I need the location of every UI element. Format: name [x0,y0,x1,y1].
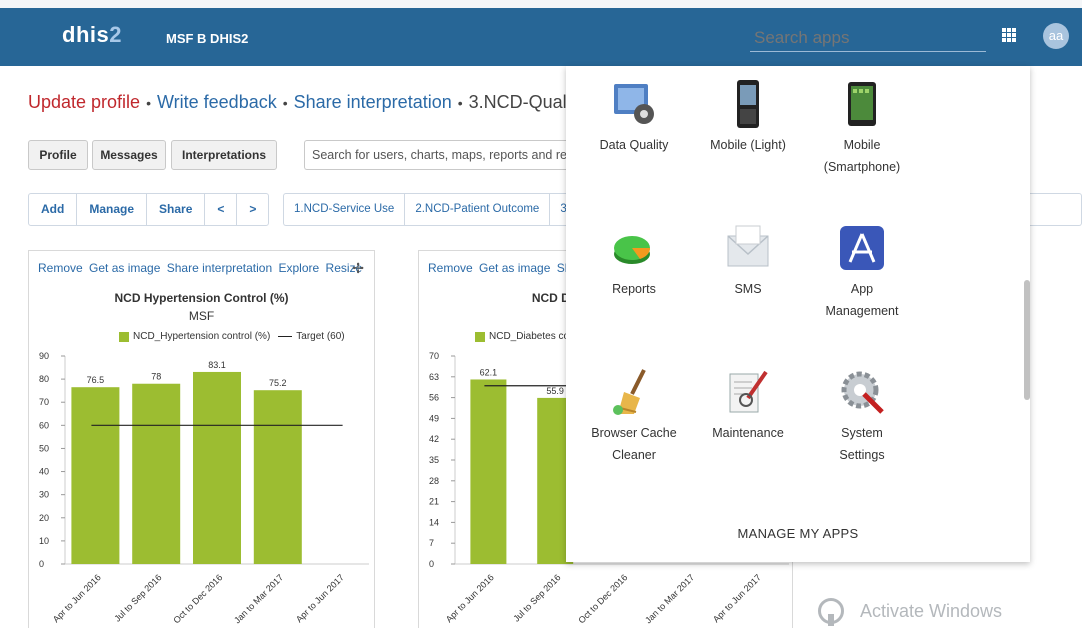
y-tick-label: 21 [429,497,439,507]
app-system-settings[interactable]: System Settings [802,368,922,466]
apps-menu: Data Quality Mobile (Light) Mobile (Smart… [566,66,1030,562]
y-tick-label: 0 [429,559,434,569]
y-tick-label: 60 [39,420,49,430]
chart-panel-hypertension: Remove Get as image Share interpretation… [28,250,375,628]
app-maintenance[interactable]: Maintenance [688,368,808,444]
y-tick-label: 50 [39,443,49,453]
data-label: 78 [151,372,161,382]
dashboard-tabs: 1.NCD-Service Use 2.NCD-Patient Outcome … [283,193,566,226]
link-separator: • [282,95,288,111]
app-mobile-light[interactable]: Mobile (Light) [688,80,808,156]
y-tick-label: 63 [429,372,439,382]
link-separator: • [457,95,463,111]
add-button[interactable]: Add [29,194,78,225]
manage-button[interactable]: Manage [77,194,148,225]
app-reports[interactable]: Reports [574,224,694,300]
next-button[interactable]: > [237,194,268,225]
tab-ncd-patient-outcome[interactable]: 2.NCD-Patient Outcome [405,194,551,225]
instance-name: MSF B DHIS2 [166,31,249,46]
y-tick-label: 49 [429,413,439,423]
x-tick-label: Apr to Jun 2017 [294,572,346,624]
y-tick-label: 56 [429,393,439,403]
bar [132,383,181,564]
dashboard-tabs-end [1030,193,1082,226]
x-tick-label: Jan to Mar 2017 [643,572,696,625]
bar [253,390,302,564]
data-label: 76.5 [87,375,105,385]
y-tick-label: 70 [39,397,49,407]
manage-my-apps-link[interactable]: MANAGE MY APPS [566,526,1030,541]
app-mobile-smartphone[interactable]: Mobile (Smartphone) [802,80,922,178]
top-strip [0,0,1082,8]
y-tick-label: 0 [39,559,44,569]
dashboard-controls: Add Manage Share < > [28,193,270,226]
data-label: 83.1 [208,360,226,370]
reports-icon [610,224,658,272]
hypertension-chart: 0 10 20 30 40 50 60 70 80 90 76.5 Apr to Jun 2016 78… [39,351,369,625]
y-tick-label: 40 [39,467,49,477]
y-tick-label: 7 [429,538,434,548]
y-tick-label: 80 [39,374,49,384]
key-icon [818,598,844,626]
activate-windows-watermark: Activate Windows [818,598,1002,626]
profile-links: Update profile • Write feedback • Share inte… [28,92,585,113]
apps-menu-scrollbar[interactable] [1024,280,1030,400]
search-users-input[interactable]: Search for users, charts, maps, reports … [304,140,566,170]
x-tick-label: Jul to Sep 2016 [511,572,562,623]
y-tick-label: 14 [429,517,439,527]
share-button[interactable]: Share [147,194,206,225]
maintenance-icon [724,368,772,416]
data-label: 62.1 [480,367,498,377]
interpretations-button[interactable]: Interpretations [171,140,277,170]
data-label: 75.2 [269,378,287,388]
update-profile-link[interactable]: Update profile [28,92,140,112]
system-settings-icon [838,368,886,416]
app-management-icon [838,224,886,272]
bar [470,379,507,564]
share-interpretation-link[interactable]: Share interpretation [294,92,452,112]
app-sms[interactable]: SMS [688,224,808,300]
mobile-light-icon [724,80,772,128]
bar [193,371,241,564]
x-tick-label: Apr to Jun 2016 [444,572,496,624]
y-tick-label: 20 [39,513,49,523]
messages-button[interactable]: Messages [92,140,166,170]
avatar[interactable]: aa [1043,23,1069,49]
write-feedback-link[interactable]: Write feedback [157,92,277,112]
tab-ncd-service-use[interactable]: 1.NCD-Service Use [284,194,406,225]
y-tick-label: 28 [429,476,439,486]
app-app-management[interactable]: App Management [802,224,922,322]
browser-cache-cleaner-icon [610,368,658,416]
data-label: 55.9 [546,386,564,396]
x-tick-label: Apr to Jun 2016 [51,572,103,624]
data-quality-icon [610,80,658,128]
prev-button[interactable]: < [205,194,238,225]
x-tick-label: Jul to Sep 2016 [112,572,163,623]
mobile-smartphone-icon [838,80,886,128]
x-tick-label: Apr to Jun 2017 [711,572,763,624]
app-browser-cache-cleaner[interactable]: Browser Cache Cleaner [574,368,694,466]
tab-ncd-quality[interactable]: 3.NCD-Quality [550,194,566,225]
apps-grid-icon[interactable] [1002,28,1016,42]
link-separator: • [146,95,151,111]
y-tick-label: 70 [429,351,439,361]
profile-button[interactable]: Profile [28,140,88,170]
y-tick-label: 35 [429,455,439,465]
y-tick-label: 90 [39,351,49,361]
x-tick-label: Oct to Dec 2016 [171,572,224,625]
x-tick-label: Jan to Mar 2017 [232,572,285,625]
y-tick-label: 42 [429,434,439,444]
app-data-quality[interactable]: Data Quality [574,80,694,156]
dhis2-logo[interactable]: dhis2 [62,22,122,48]
y-tick-label: 30 [39,490,49,500]
sms-icon [724,224,772,272]
x-tick-label: Oct to Dec 2016 [576,572,629,625]
bar [71,387,120,564]
search-apps-input[interactable] [750,24,986,52]
y-tick-label: 10 [39,536,49,546]
